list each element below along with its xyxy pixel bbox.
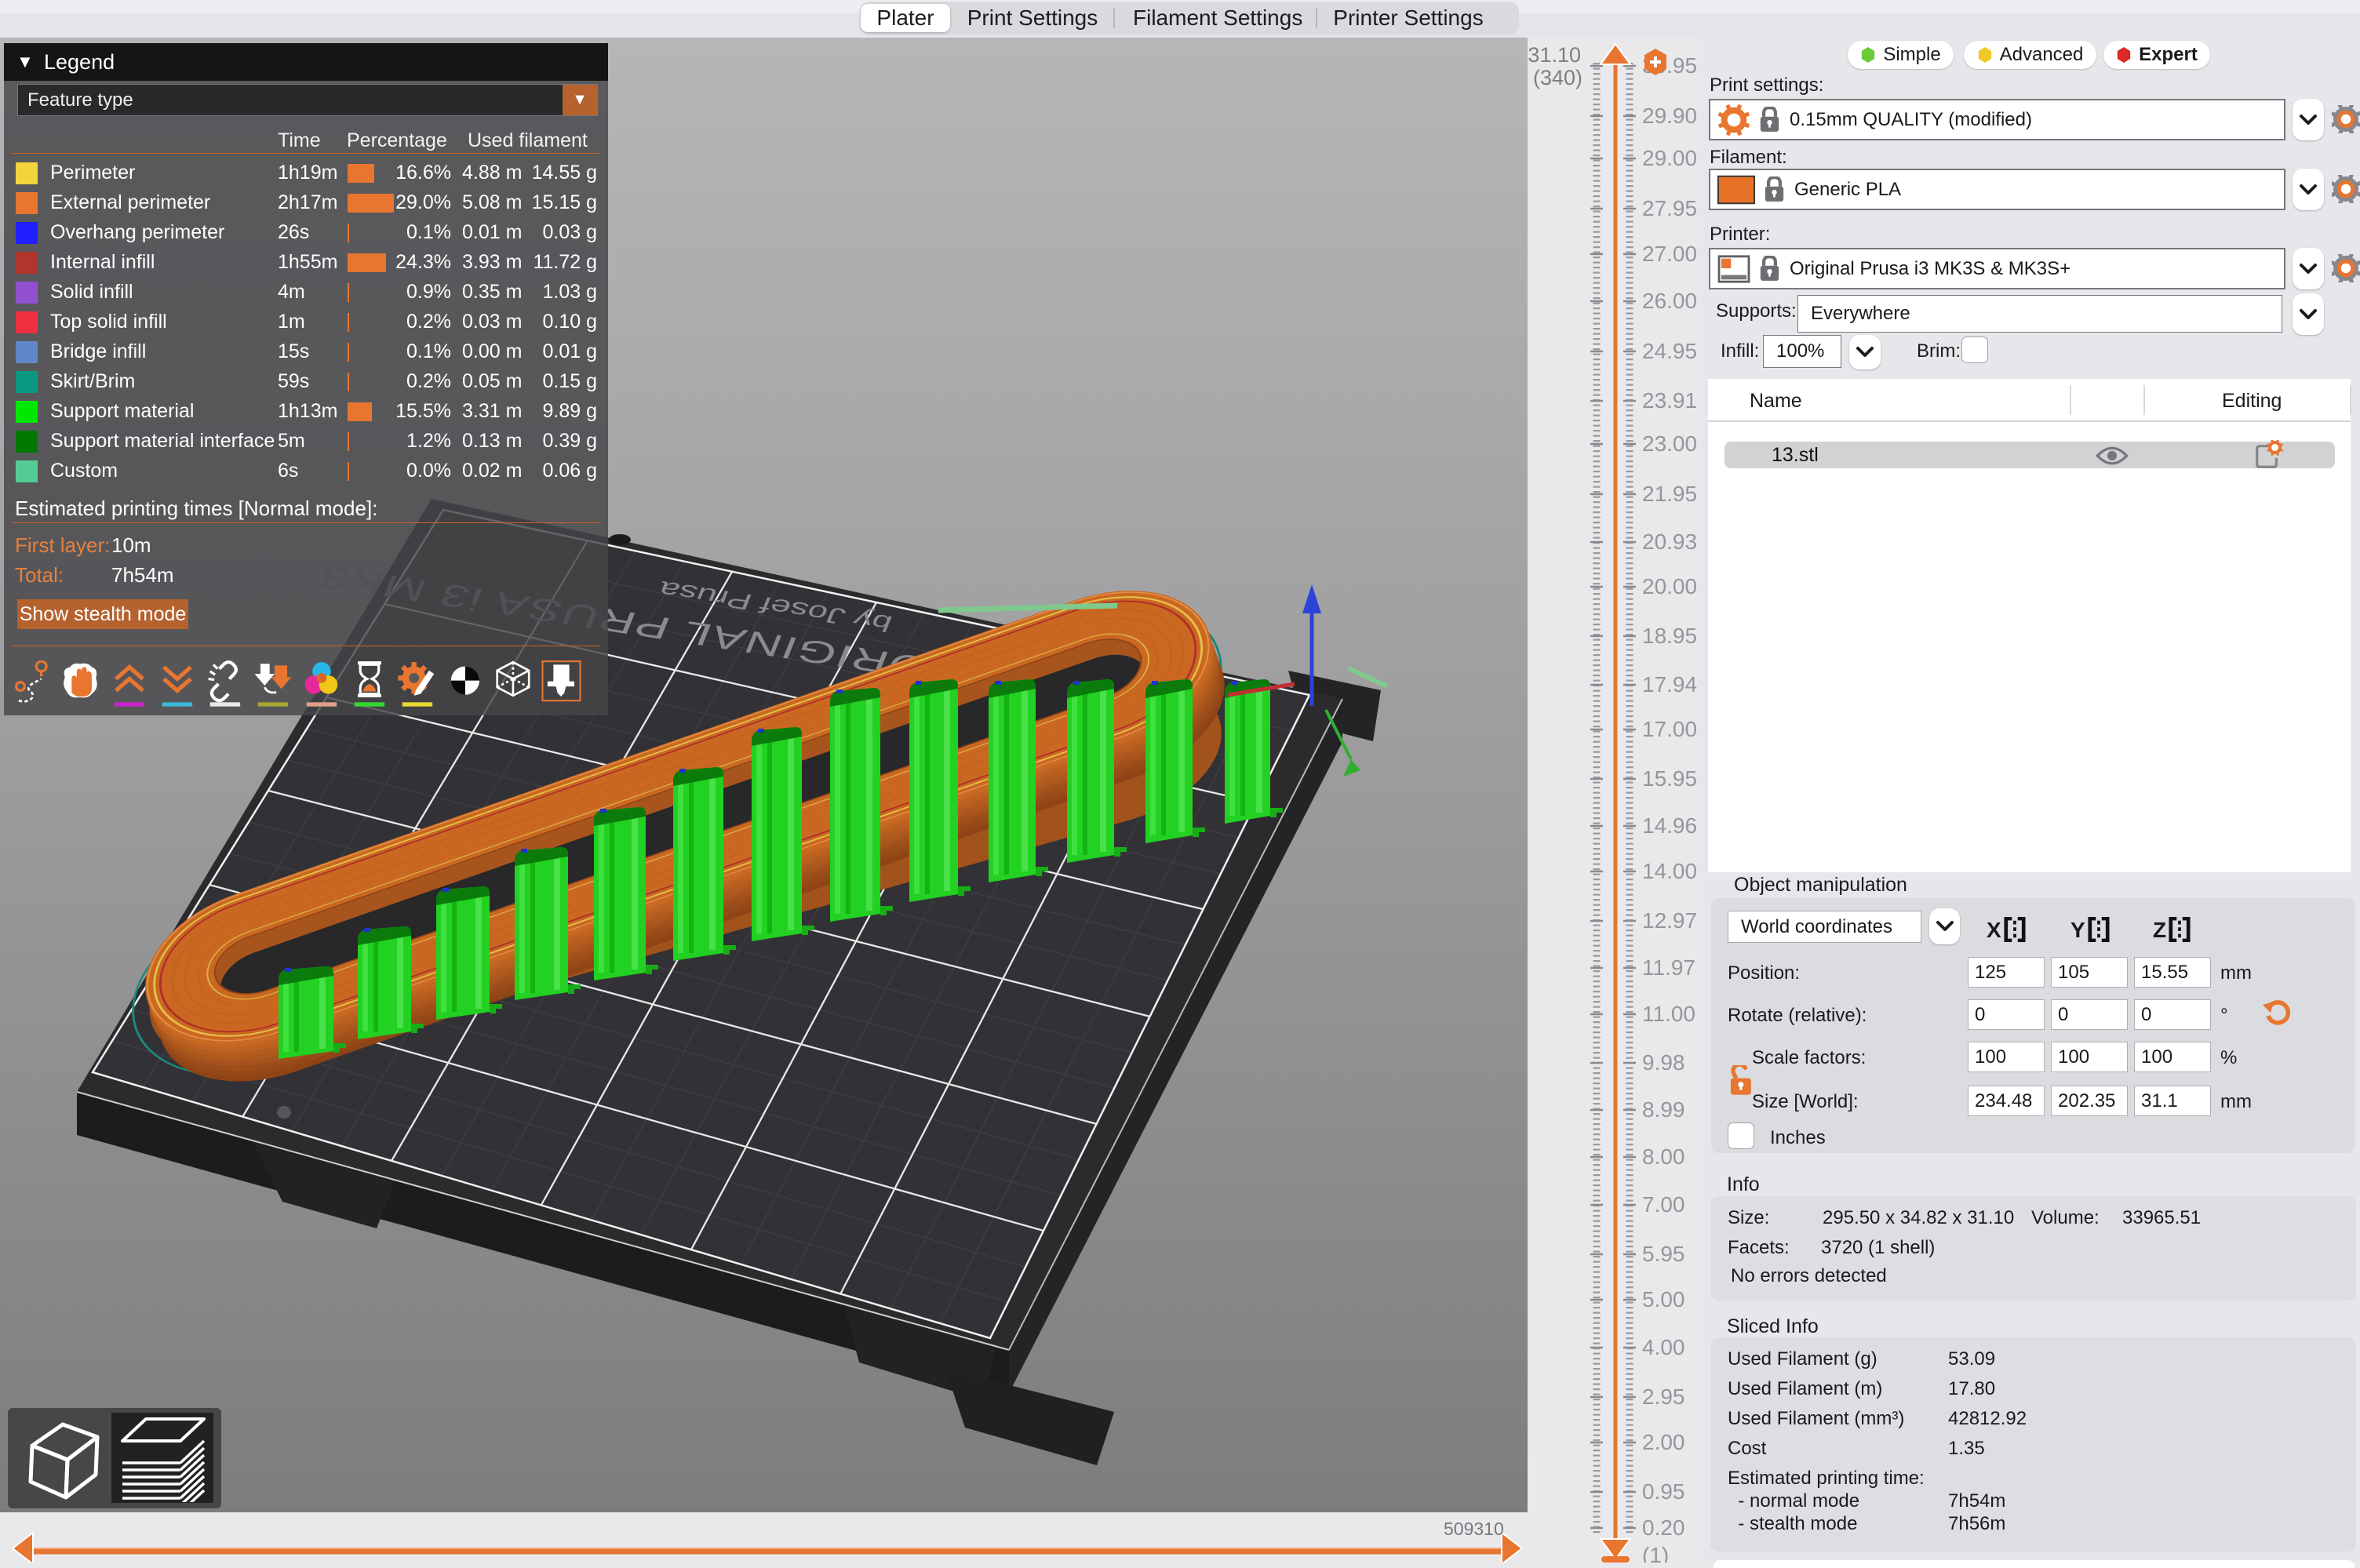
- svg-text:17.94: 17.94: [1642, 672, 1697, 697]
- svg-text:8.00: 8.00: [1642, 1144, 1685, 1169]
- svg-text:29.00: 29.00: [1642, 146, 1697, 170]
- svg-text:18.95: 18.95: [1642, 624, 1697, 648]
- svg-text:(340): (340): [1533, 66, 1582, 89]
- svg-text:(1): (1): [1642, 1543, 1669, 1563]
- svg-text:20.00: 20.00: [1642, 574, 1697, 598]
- svg-text:5.95: 5.95: [1642, 1242, 1685, 1266]
- svg-text:11.00: 11.00: [1642, 1002, 1695, 1026]
- svg-text:2.95: 2.95: [1642, 1384, 1685, 1409]
- svg-text:29.90: 29.90: [1642, 104, 1697, 128]
- svg-text:24.95: 24.95: [1642, 339, 1697, 363]
- svg-text:27.00: 27.00: [1642, 242, 1697, 266]
- svg-text:17.00: 17.00: [1642, 717, 1697, 741]
- svg-text:15.95: 15.95: [1642, 766, 1697, 791]
- svg-text:14.00: 14.00: [1642, 859, 1697, 883]
- svg-text:8.99: 8.99: [1642, 1097, 1685, 1122]
- svg-text:27.95: 27.95: [1642, 196, 1697, 220]
- svg-text:9.98: 9.98: [1642, 1050, 1685, 1075]
- svg-text:11.97: 11.97: [1642, 955, 1695, 980]
- svg-text:21.95: 21.95: [1642, 482, 1697, 506]
- svg-text:23.00: 23.00: [1642, 431, 1697, 456]
- svg-text:5.00: 5.00: [1642, 1287, 1685, 1312]
- svg-text:23.91: 23.91: [1642, 388, 1697, 413]
- svg-text:12.97: 12.97: [1642, 908, 1697, 933]
- svg-text:0.95: 0.95: [1642, 1479, 1685, 1504]
- svg-text:2.00: 2.00: [1642, 1430, 1685, 1454]
- svg-text:7.00: 7.00: [1642, 1192, 1685, 1217]
- svg-text:20.93: 20.93: [1642, 529, 1697, 554]
- svg-text:0.20: 0.20: [1642, 1515, 1685, 1540]
- svg-text:14.96: 14.96: [1642, 813, 1697, 838]
- svg-text:26.00: 26.00: [1642, 289, 1697, 313]
- svg-text:4.00: 4.00: [1642, 1335, 1685, 1359]
- svg-text:31.10: 31.10: [1528, 43, 1581, 67]
